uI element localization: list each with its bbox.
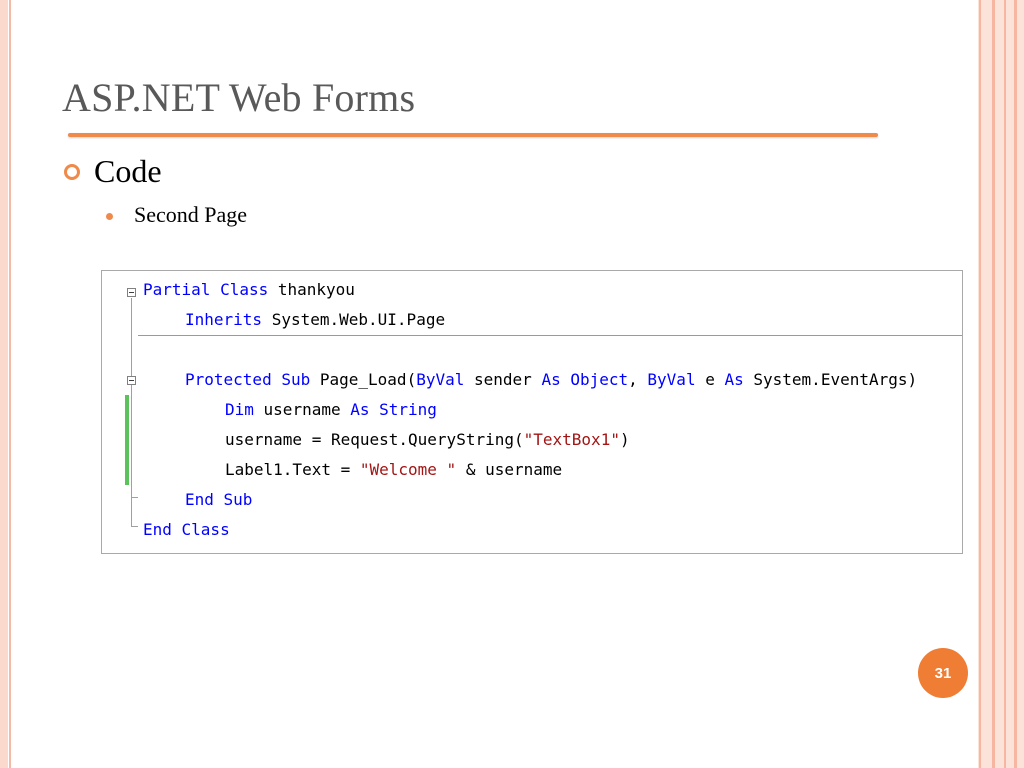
- code-token: As String: [350, 400, 437, 419]
- bullet-level2-text: Second Page: [134, 202, 248, 227]
- outline-guide-line: [131, 298, 132, 526]
- code-line-text: Partial Class thankyou: [143, 275, 355, 305]
- bullet-level1-text: Code: [94, 153, 162, 189]
- code-token: Page_Load(: [310, 370, 417, 389]
- outline-end-tick: [131, 526, 138, 527]
- left-border-line: [9, 0, 11, 768]
- right-border-band: [978, 0, 1024, 768]
- code-line-text: Protected Sub Page_Load(ByVal sender As …: [143, 365, 917, 395]
- code-token: End Sub: [185, 490, 253, 509]
- code-token: username = Request.QueryString(: [225, 430, 524, 449]
- right-border-stripe: [992, 0, 995, 768]
- right-border-stripe: [1014, 0, 1017, 768]
- code-line-text: Label1.Text = "Welcome " & username: [143, 455, 562, 485]
- code-token: e: [695, 370, 725, 389]
- code-token: ,: [628, 370, 648, 389]
- code-token: ): [619, 430, 630, 449]
- method-separator-line: [138, 335, 962, 336]
- code-token: Label1.Text =: [225, 460, 360, 479]
- code-line-text: Dim username As String: [143, 395, 437, 425]
- code-token: End Class: [143, 520, 230, 539]
- code-screenshot: Partial Class thankyou Inherits System.W…: [101, 270, 963, 554]
- left-border-band: [0, 0, 8, 768]
- change-indicator-bar: [125, 395, 129, 485]
- page-number: 31: [934, 664, 952, 682]
- code-token: System.Web.UI.Page: [262, 310, 446, 329]
- code-line-text: End Class: [143, 515, 230, 545]
- code-token: thankyou: [268, 280, 355, 299]
- right-border-stripe: [979, 0, 981, 768]
- code-line-text: Inherits System.Web.UI.Page: [143, 305, 445, 335]
- code-token: "TextBox1": [523, 430, 620, 449]
- slide-title: ASP.NET Web Forms: [62, 75, 416, 120]
- code-token: sender: [464, 370, 542, 389]
- right-border-stripe: [1004, 0, 1006, 768]
- code-token: As: [724, 370, 744, 389]
- code-token: ByVal: [416, 370, 465, 389]
- code-line-text: username = Request.QueryString("TextBox1…: [143, 425, 630, 455]
- code-token: "Welcome ": [359, 460, 457, 479]
- code-token: Inherits: [185, 310, 263, 329]
- code-token: As Object: [541, 370, 629, 389]
- code-token: Dim: [225, 400, 254, 419]
- code-token: Protected Sub: [185, 370, 311, 389]
- code-token: System.EventArgs): [743, 370, 918, 389]
- code-token: username: [253, 400, 351, 419]
- code-token: & username: [456, 460, 563, 479]
- page-number-badge: 31: [918, 648, 968, 698]
- outline-sub-end-tick: [131, 497, 138, 498]
- code-token: Partial Class: [143, 280, 269, 299]
- ring-bullet-icon: [64, 164, 80, 180]
- code-line-text: End Sub: [143, 485, 252, 515]
- collapse-class-icon: [127, 288, 136, 297]
- code-token: ByVal: [647, 370, 696, 389]
- title-underline: [68, 133, 878, 137]
- slide: ASP.NET Web Forms Code Second Page Parti…: [0, 0, 1024, 768]
- dot-bullet-icon: [106, 213, 113, 220]
- collapse-sub-icon: [127, 376, 136, 385]
